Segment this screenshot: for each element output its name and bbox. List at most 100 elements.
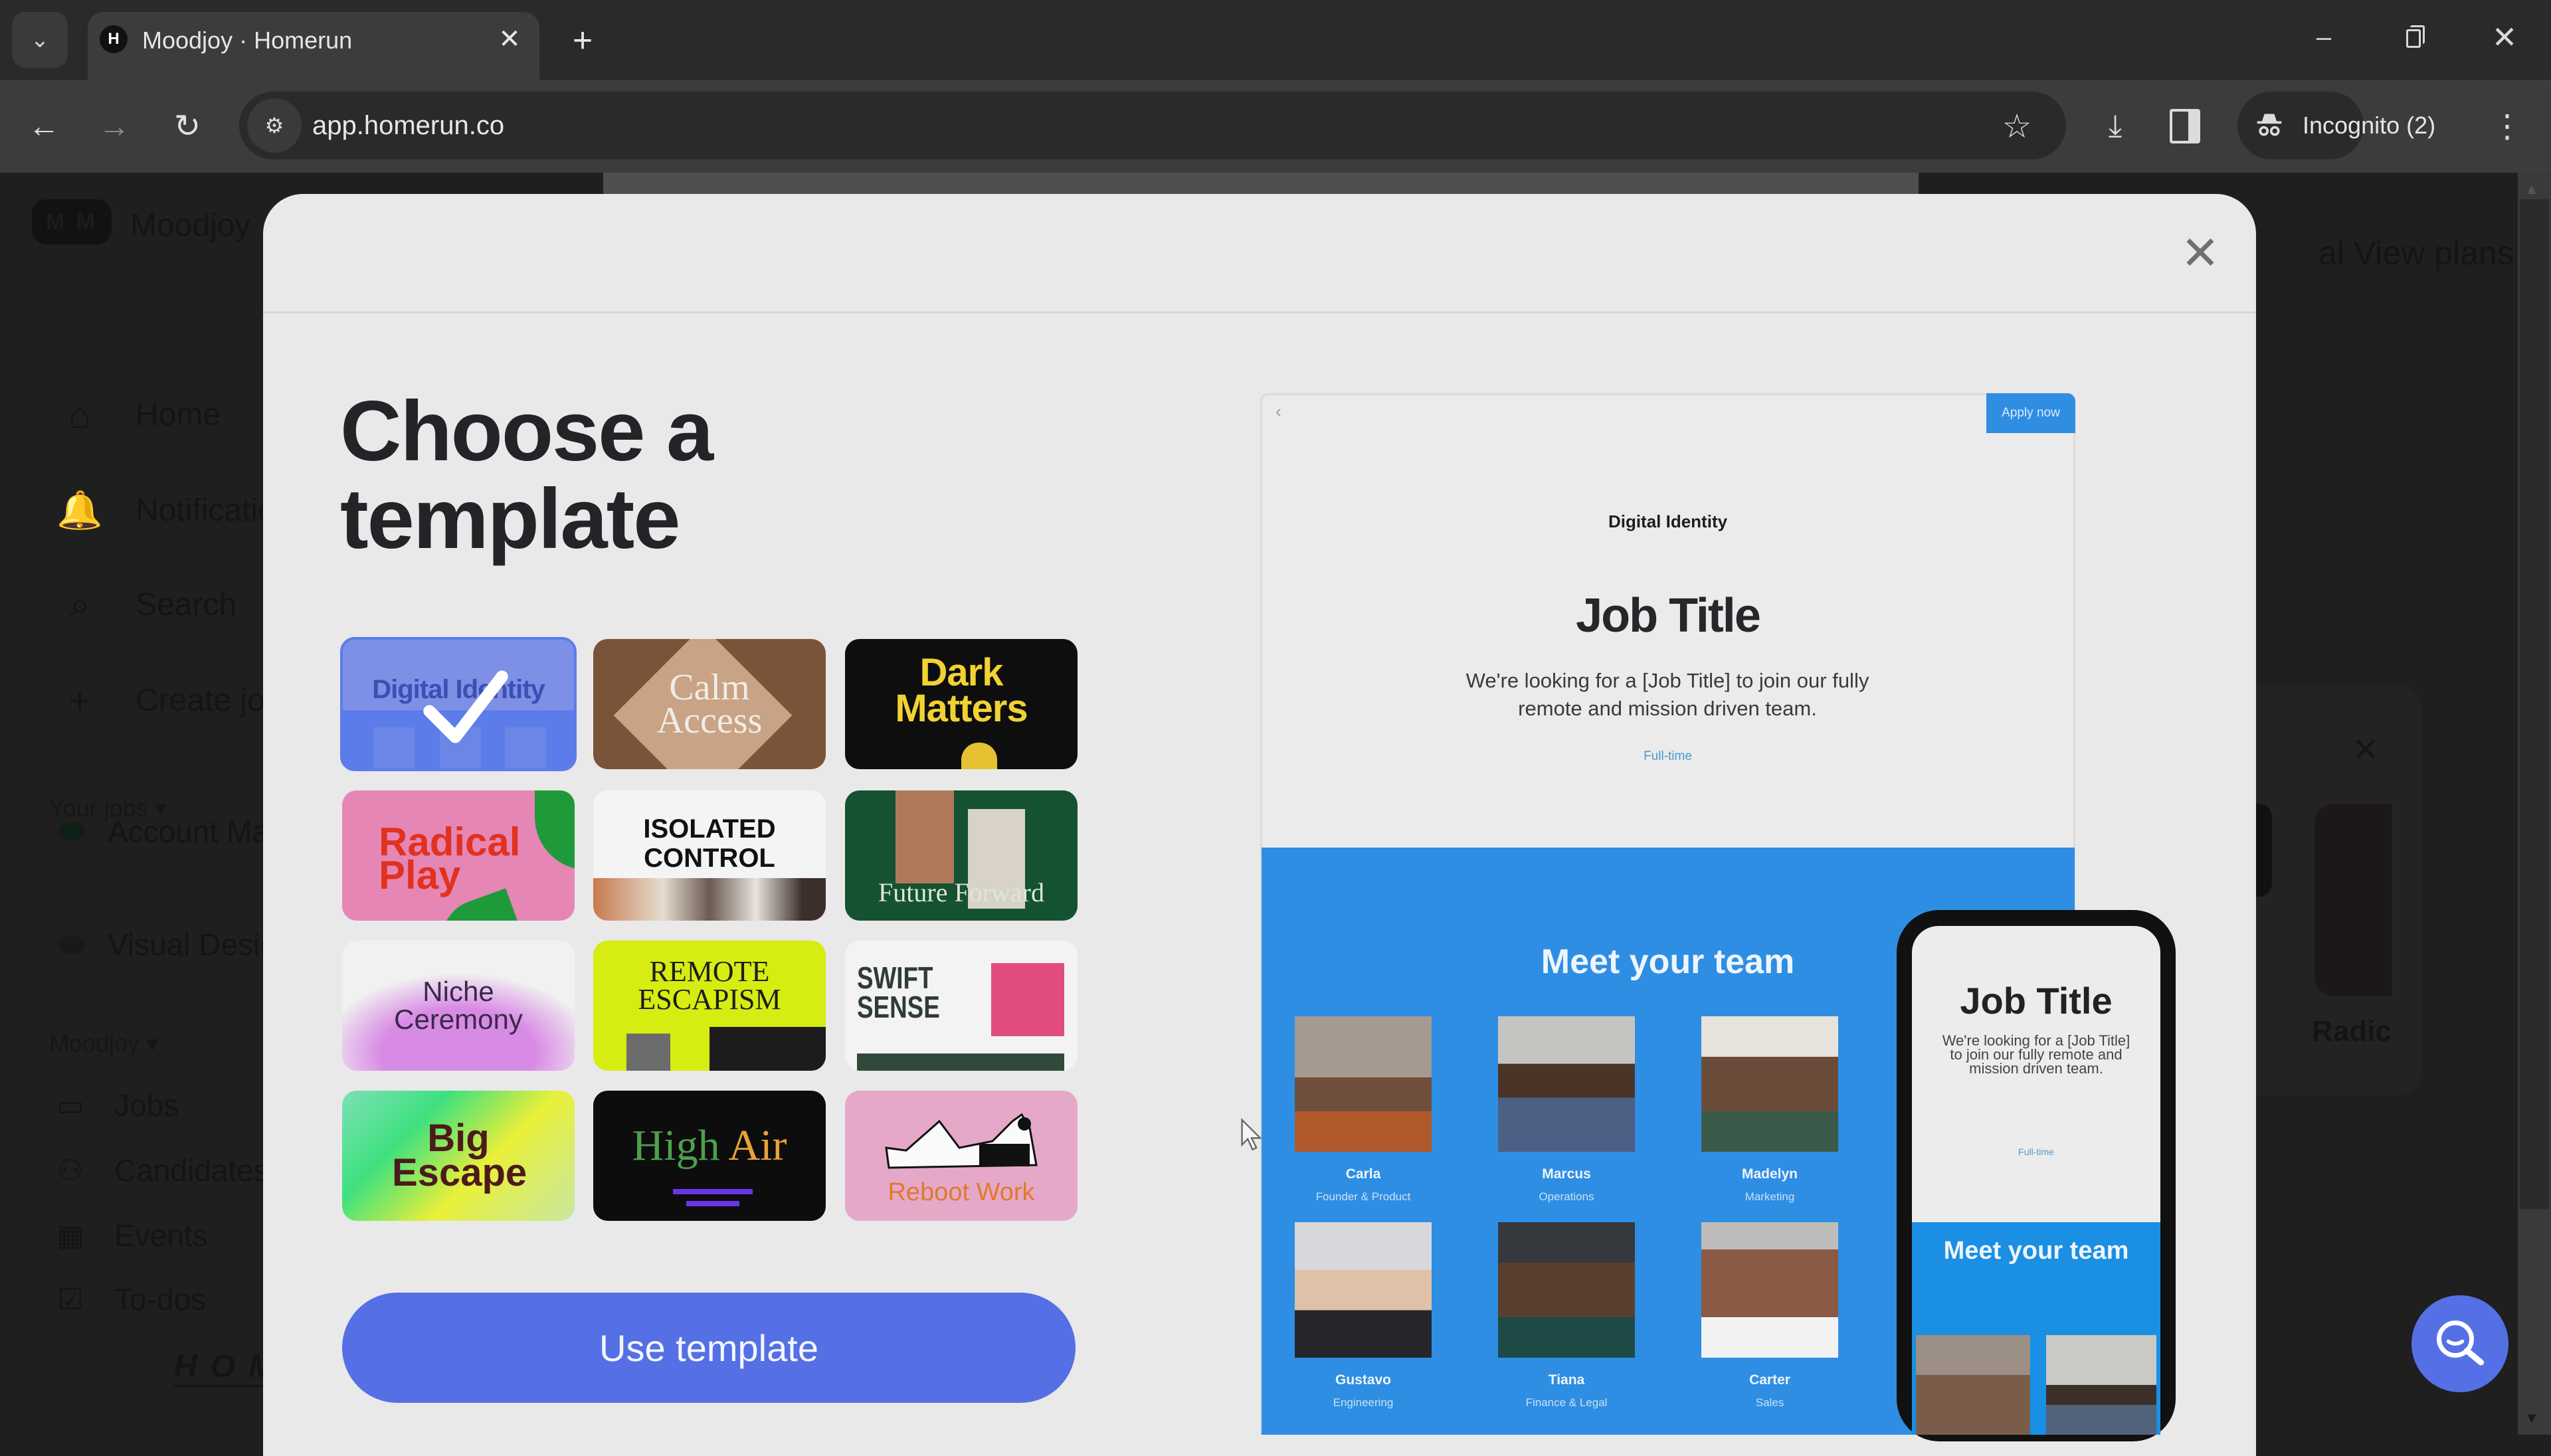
tab-close-icon[interactable]: ✕ bbox=[493, 23, 526, 56]
incognito-label: Incognito (2) bbox=[2303, 112, 2436, 139]
mobile-description: We're looking for a [Job Title] to join … bbox=[1942, 1032, 2130, 1077]
template-card-future-forward[interactable]: Future Forward bbox=[845, 790, 1078, 921]
team-member-role: Operations bbox=[1539, 1190, 1594, 1203]
template-artwork bbox=[535, 790, 575, 870]
help-search-button[interactable] bbox=[2411, 1295, 2508, 1392]
template-photo bbox=[991, 963, 1064, 1036]
template-photo bbox=[505, 727, 546, 769]
team-member-photo bbox=[1498, 1016, 1635, 1152]
template-card-reboot-work[interactable]: Reboot Work bbox=[845, 1091, 1078, 1221]
site-settings-icon[interactable]: ⚙ bbox=[247, 98, 302, 153]
team-member-role: Founder & Product bbox=[1315, 1190, 1411, 1203]
template-photo bbox=[857, 1053, 1064, 1071]
template-name: Big Escape bbox=[392, 1117, 527, 1194]
template-photo bbox=[709, 1027, 826, 1071]
home-icon: ⌂ bbox=[68, 393, 91, 436]
template-name: Calm Access bbox=[656, 667, 763, 741]
template-artwork bbox=[961, 743, 997, 769]
new-tab-button[interactable]: + bbox=[565, 21, 601, 60]
template-card-dark-matters[interactable]: Dark Matters bbox=[845, 639, 1078, 769]
team-member-role: Engineering bbox=[1333, 1396, 1394, 1409]
org-avatar[interactable]: M M bbox=[32, 199, 112, 244]
team-member: Gustavo Engineering bbox=[1295, 1222, 1432, 1410]
view-plans-link[interactable]: al View plans bbox=[2318, 234, 2514, 272]
org-name[interactable]: Moodjoy bbox=[130, 207, 250, 244]
url-text[interactable]: app.homerun.co bbox=[312, 108, 504, 143]
scrollbar-thumb[interactable] bbox=[2520, 199, 2549, 1209]
sidebar-item-events[interactable]: ▦ Events bbox=[50, 1216, 207, 1255]
template-card-digital-identity[interactable]: Digital Identity bbox=[340, 637, 577, 771]
side-panel-icon[interactable] bbox=[2170, 109, 2200, 143]
template-card-swift-sense[interactable]: SWIFT SENSE bbox=[845, 941, 1078, 1071]
modal-close-icon[interactable]: ✕ bbox=[2180, 227, 2220, 279]
panel-card[interactable] bbox=[2256, 804, 2272, 897]
preview-job-title: Job Title bbox=[1576, 589, 1761, 642]
template-card-big-escape[interactable]: Big Escape bbox=[342, 1091, 575, 1221]
address-bar[interactable] bbox=[239, 92, 2066, 159]
panel-card[interactable] bbox=[2315, 804, 2392, 996]
template-card-niche-ceremony[interactable]: Niche Ceremony bbox=[342, 941, 575, 1071]
sidebar-item-create-job[interactable]: + Create job bbox=[53, 674, 283, 727]
team-member: Marcus Operations bbox=[1498, 1016, 1635, 1204]
mobile-employment-type: Full-time bbox=[2018, 1146, 2054, 1157]
template-card-remote-escapism[interactable]: REMOTE ESCAPISM bbox=[593, 941, 826, 1071]
download-icon[interactable]: ⤓ bbox=[2094, 105, 2136, 147]
template-photo bbox=[373, 727, 415, 769]
template-card-high-air[interactable]: High Air bbox=[593, 1091, 826, 1221]
tab-search-button[interactable]: ⌄ bbox=[12, 12, 68, 68]
sidebar-item-home[interactable]: ⌂ Home bbox=[53, 388, 221, 441]
team-member-name: Marcus bbox=[1542, 1166, 1591, 1182]
incognito-icon bbox=[2251, 106, 2288, 143]
org-section-heading[interactable]: Moodjoy ▾ bbox=[49, 1030, 158, 1057]
template-card-calm-access[interactable]: Calm Access bbox=[593, 639, 826, 769]
panel-close-icon[interactable]: ✕ bbox=[2352, 731, 2380, 769]
reload-icon[interactable]: ↻ bbox=[166, 105, 209, 147]
window-close-icon[interactable]: ✕ bbox=[2485, 17, 2524, 57]
briefcase-icon: ▭ bbox=[56, 1089, 84, 1122]
forward-arrow-icon[interactable]: → bbox=[93, 105, 136, 147]
template-name: Niche Ceremony bbox=[394, 976, 523, 1035]
team-member-role: Sales bbox=[1755, 1396, 1784, 1409]
template-name: REMOTE ESCAPISM bbox=[638, 955, 781, 1016]
modal-title: Choose a template bbox=[340, 384, 713, 567]
team-member-photo bbox=[1701, 1016, 1838, 1152]
chevron-down-icon: ⌄ bbox=[30, 27, 50, 52]
team-member-name: Gustavo bbox=[1335, 1372, 1392, 1388]
window-minimize-icon[interactable]: – bbox=[2304, 17, 2344, 57]
template-card-isolated-control[interactable]: ISOLATED CONTROL bbox=[593, 790, 826, 921]
use-template-button[interactable]: Use template bbox=[342, 1293, 1076, 1403]
team-member-name: Carter bbox=[1749, 1372, 1790, 1388]
window-restore-icon[interactable] bbox=[2394, 17, 2434, 57]
search-smile-icon bbox=[2437, 1320, 2485, 1366]
sidebar-item-candidates[interactable]: ⚇ Candidates bbox=[50, 1150, 268, 1190]
preview-apply-button: Apply now bbox=[1986, 393, 2075, 433]
team-member: Tiana Finance & Legal bbox=[1498, 1222, 1635, 1410]
plus-circle-icon: + bbox=[68, 679, 91, 721]
template-photo bbox=[626, 1034, 670, 1071]
browser-menu-icon[interactable]: ⋮ bbox=[2489, 105, 2526, 147]
back-arrow-icon[interactable]: ← bbox=[23, 105, 65, 147]
job-status-dot-icon bbox=[58, 935, 85, 954]
preview-back-icon: ‹ bbox=[1276, 401, 1281, 421]
preview-brand: Digital Identity bbox=[1608, 511, 1728, 531]
preview-description: We're looking for a [Job Title] to join … bbox=[1465, 669, 1869, 720]
template-name: Radical Play bbox=[379, 820, 521, 897]
people-icon: ⚇ bbox=[57, 1154, 84, 1187]
template-artwork bbox=[686, 1201, 739, 1206]
checkbox-icon: ☑ bbox=[57, 1283, 84, 1316]
template-card-radical-play[interactable]: Radical Play bbox=[342, 790, 575, 921]
sidebar-item-todos[interactable]: ☑ To-dos bbox=[50, 1279, 206, 1319]
panel-card-label: Radic bbox=[2312, 1015, 2392, 1047]
team-member-name: Carla bbox=[1345, 1166, 1381, 1182]
sidebar-item-jobs[interactable]: ▭ Jobs bbox=[50, 1085, 179, 1125]
template-photo bbox=[593, 878, 826, 921]
template-photo bbox=[896, 790, 954, 883]
sidebar-item-search[interactable]: ⌕ Search bbox=[53, 578, 236, 631]
scroll-down-arrow-icon[interactable]: ▼ bbox=[2524, 1410, 2539, 1427]
bookmark-star-icon[interactable]: ☆ bbox=[1996, 105, 2038, 147]
selected-check-icon bbox=[423, 670, 508, 743]
scroll-up-arrow-icon[interactable]: ▲ bbox=[2524, 181, 2539, 198]
team-member-photo bbox=[1498, 1222, 1635, 1358]
modal-header-divider bbox=[263, 312, 2256, 314]
app-top-banner bbox=[603, 173, 1919, 194]
